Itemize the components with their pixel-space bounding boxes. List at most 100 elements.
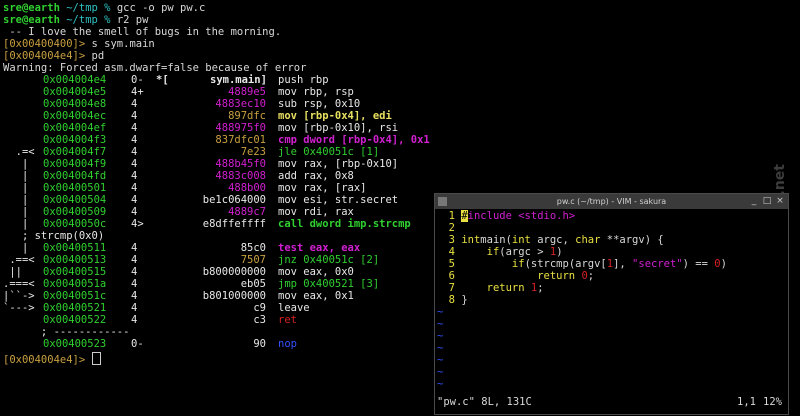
minimize-icon[interactable]: _ (749, 196, 759, 206)
instruction: mov [rbp-0x10], rsi (278, 122, 399, 134)
terminal-app-icon (438, 197, 447, 206)
opcode-bytes: 85c0 (240, 242, 266, 254)
address: 0x00400521 (43, 302, 107, 314)
address: 0x004004f7 (43, 146, 107, 158)
size: 4 (131, 122, 138, 134)
empty-line: ~ (437, 378, 443, 390)
code-token: int (511, 234, 531, 246)
disasm-row[interactable]: 0x004004e4 0- *[sym.main] push rbp (3, 74, 433, 86)
disasm-row[interactable]: 0x004004f3 4 837dfc01 cmp dword [rbp-0x4], … (3, 134, 433, 146)
opcode-bytes: e8dffeffff (202, 218, 266, 230)
disasm-row[interactable]: .===< 0x0040051a 4 eb05 jmp 0x400521 [3] (3, 278, 433, 290)
address: 0x004004ec (43, 110, 107, 122)
flow-arrows (3, 86, 41, 98)
size: 4> (131, 218, 144, 230)
flow-arrows: .===< (3, 278, 41, 290)
address: 0x00400511 (43, 242, 107, 254)
size: 4 (131, 278, 138, 290)
disasm-row[interactable]: 0x004004ef 4 488975f0 mov [rbp-0x10], rsi (3, 122, 433, 134)
size: 4 (131, 254, 138, 266)
flow-arrows (3, 122, 41, 134)
disasm-row[interactable]: 0x00400523 0- 90 nop (3, 338, 433, 350)
vim-buffer[interactable]: 1 #include <stdio.h> 2 3 intmain(int argc… (435, 210, 788, 396)
disasm-row[interactable]: | 0x00400501 4 488b00 mov rax, [rax] (3, 182, 433, 194)
empty-line: ~ (437, 306, 443, 318)
disasm-row[interactable]: `---> 0x00400521 4 c9 leave (3, 302, 433, 314)
opcode-bytes: 837dfc01 (215, 134, 266, 146)
code-line: 6 return 0; (437, 270, 594, 282)
vim-titlebar[interactable]: pw.c (~/tmp) - VIM - sakura _ □ × (435, 194, 788, 209)
address: 0x004004ef (43, 122, 107, 134)
flow-arrows: | (3, 206, 41, 218)
disasm-row[interactable]: .=< 0x004004f7 4 7e23 jle 0x40051c [1] (3, 146, 433, 158)
opcode-bytes: b801000000 (202, 290, 266, 302)
address: 0x00400504 (43, 194, 107, 206)
flow-arrows (3, 134, 41, 146)
size: 0- (131, 74, 144, 86)
tilde-marker: ~ (437, 366, 444, 378)
code-token: ; (587, 270, 595, 282)
instruction: mov rax, [rbp-0x10] (278, 158, 399, 170)
disasm-row[interactable]: | 0x00400509 4 4889c7 mov rdi, rax (3, 206, 433, 218)
opcode-bytes: 488b00 (228, 182, 266, 194)
close-icon[interactable]: × (775, 196, 785, 206)
disasm-row[interactable]: 0x00400522 4 c3 ret (3, 314, 433, 326)
disasm-row[interactable]: || 0x00400515 4 b800000000 mov eax, 0x0 (3, 266, 433, 278)
size: 4 (131, 314, 138, 326)
disasm-row[interactable]: 0x004004e8 4 4883ec10 sub rsp, 0x10 (3, 98, 433, 110)
vim-window[interactable]: pw.c (~/tmp) - VIM - sakura _ □ × 1 #inclu… (434, 193, 789, 415)
opcode-bytes: eb05 (240, 278, 266, 290)
address: 0x0040051a (43, 278, 107, 290)
instruction: cmp dword [rbp-0x4], 0x1 (278, 134, 430, 146)
symbol: sym.main] (210, 74, 267, 86)
terminal-cursor (91, 352, 101, 365)
instruction: mov esi, str.secret (278, 194, 399, 206)
disasm-row[interactable]: | 0x0040050c 4> e8dffeffff call dword imp.s… (3, 218, 433, 230)
code-line: 5 if(strcmp(argv[1], "secret") == 0) (437, 258, 727, 270)
opcode-bytes: 488b45f0 (215, 158, 266, 170)
size: 4 (131, 110, 138, 122)
address: 0x00400515 (43, 266, 107, 278)
opcode-bytes: 90 (253, 338, 266, 350)
line-number: 3 (448, 234, 455, 246)
instruction: call dword imp.strcmp (278, 218, 411, 230)
code-token: ) (556, 246, 563, 258)
disasm-row[interactable]: | 0x00400504 4 be1c064000 mov esi, str.secr… (3, 194, 433, 206)
code-token: include <stdio.h> (467, 210, 576, 222)
opcode-bytes: 7e23 (240, 146, 266, 158)
code-token: char (575, 234, 601, 246)
code-line: 7 return 1; (437, 282, 544, 294)
empty-line: ~ (437, 330, 443, 342)
disasm-row[interactable]: 0x004004ec 4 897dfc mov [rbp-0x4], edi (3, 110, 433, 122)
disasm-row[interactable]: | 0x004004f9 4 488b45f0 mov rax, [rbp-0x10] (3, 158, 433, 170)
size: 4 (131, 206, 138, 218)
disasm-row[interactable]: 0x004004e5 4+ 4889e5 mov rbp, rsp (3, 86, 433, 98)
line-number: 7 (448, 282, 455, 294)
size: 4 (131, 302, 138, 314)
disasm-row[interactable]: | 0x00400511 4 85c0 test eax, eax (3, 242, 433, 254)
disasm-row[interactable]: ; strcmp(0x0) (3, 230, 433, 242)
line-number: 6 (448, 270, 455, 282)
flow-arrows: | (3, 170, 41, 182)
maximize-icon[interactable]: □ (762, 196, 772, 206)
tilde-marker: ~ (437, 330, 444, 342)
opcode-bytes: 4889c7 (228, 206, 266, 218)
disasm-row[interactable]: |``-> 0x0040051c 4 b801000000 mov eax, 0x1 (3, 290, 433, 302)
code-line: 2 (437, 222, 461, 234)
size: 4 (131, 182, 138, 194)
size: 4 (131, 98, 138, 110)
r2-prompt-line[interactable]: [0x004004e4]> (3, 352, 101, 366)
address: 0x00400509 (43, 206, 107, 218)
r2-line-2: [0x004004e4]> pd (3, 50, 105, 62)
instruction: jle 0x40051c [1] (278, 146, 380, 158)
line-number: 5 (448, 258, 455, 270)
disasm-row[interactable]: .==< 0x00400513 4 7507 jnz 0x40051c [2] (3, 254, 433, 266)
disasm-row[interactable]: ; ------------ (3, 326, 433, 338)
opcode-bytes: 897dfc (228, 110, 266, 122)
code-token: if (511, 258, 525, 270)
address: 0x004004e8 (43, 98, 107, 110)
size: 4+ (131, 86, 144, 98)
flow-arrows (3, 74, 41, 86)
disasm-row[interactable]: | 0x004004fd 4 4883c008 add rax, 0x8 (3, 170, 433, 182)
